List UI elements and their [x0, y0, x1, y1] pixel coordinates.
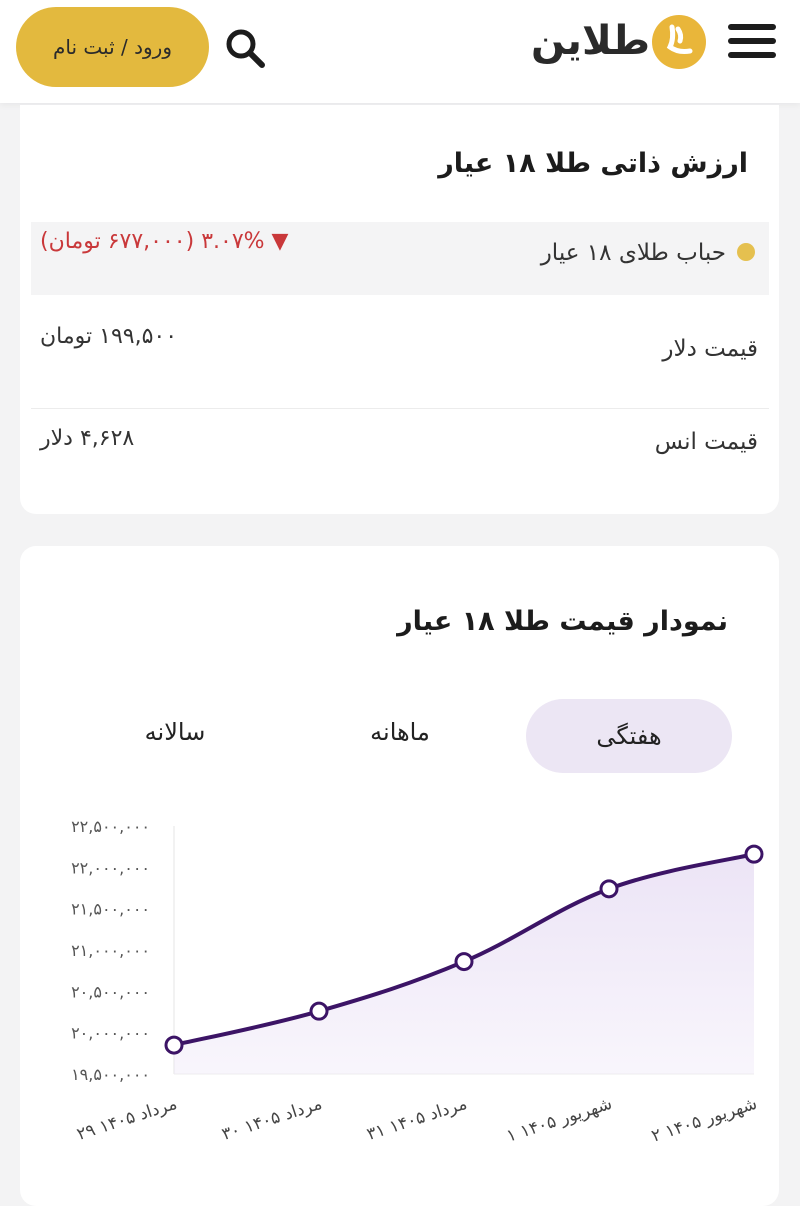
y-tick-label-1: ۲۰,۰۰۰,۰۰۰: [71, 1024, 150, 1043]
data-point-4: [744, 844, 764, 864]
data-point-0: [164, 1035, 184, 1055]
price-line-chart: ۱۹,۵۰۰,۰۰۰ ۲۰,۰۰۰,۰۰۰ ۲۰,۵۰۰,۰۰۰ ۲۱,۰۰۰,۰۰۰…: [71, 817, 764, 1147]
data-point-3: [599, 879, 619, 899]
data-point-1: [309, 1001, 329, 1021]
y-tick-label-4: ۲۱,۵۰۰,۰۰۰: [71, 900, 150, 919]
x-tick-label-0: ۲۹ مرداد ۱۴۰۵: [74, 1094, 179, 1145]
y-tick-label-0: ۱۹,۵۰۰,۰۰۰: [71, 1065, 150, 1084]
y-tick-label-3: ۲۱,۰۰۰,۰۰۰: [71, 941, 150, 960]
x-tick-label-3: ۱ شهریور ۱۴۰۵: [504, 1094, 614, 1147]
y-tick-label-2: ۲۰,۵۰۰,۰۰۰: [71, 982, 150, 1001]
data-point-2: [454, 952, 474, 972]
x-tick-label-2: ۳۱ مرداد ۱۴۰۵: [364, 1094, 469, 1145]
y-tick-label-6: ۲۲,۵۰۰,۰۰۰: [71, 817, 150, 836]
y-tick-label-5: ۲۲,۰۰۰,۰۰۰: [71, 858, 150, 877]
x-tick-label-4: ۲ شهریور ۱۴۰۵: [649, 1094, 759, 1147]
x-tick-label-1: ۳۰ مرداد ۱۴۰۵: [219, 1094, 324, 1145]
